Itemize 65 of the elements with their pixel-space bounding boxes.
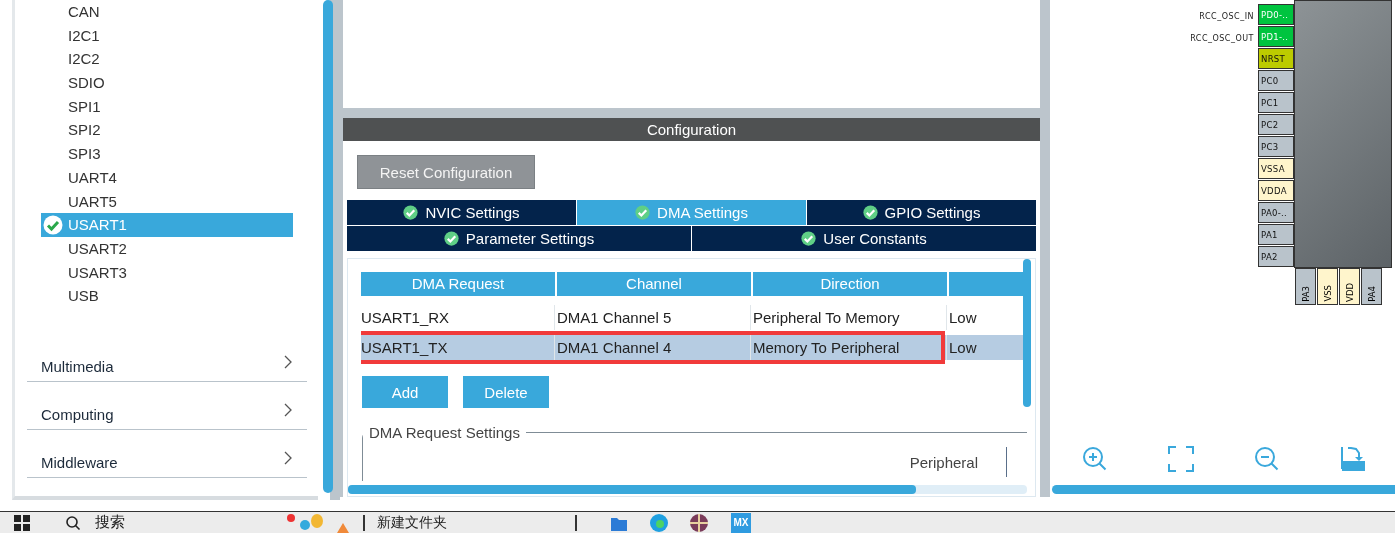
table-cell: Peripheral To Memory (753, 305, 947, 330)
panel-title: Configuration (343, 118, 1040, 141)
category-item[interactable]: Computing (27, 382, 307, 430)
pin[interactable]: NRST (1258, 48, 1294, 69)
pin[interactable]: VSS (1317, 268, 1338, 305)
table-cell: USART1_RX (361, 305, 555, 330)
group-title: DMA Request Settings (368, 424, 521, 441)
signal-label: RCC_OSC_OUT (1190, 33, 1254, 43)
pin[interactable]: PA0-.. (1258, 202, 1294, 223)
table-cell: USART1_TX (361, 335, 555, 360)
browser-icon[interactable] (649, 512, 669, 533)
balloon-icon (285, 512, 351, 533)
pin[interactable]: PC2 (1258, 114, 1294, 135)
pin[interactable]: VSSA (1258, 158, 1294, 179)
scrollbar[interactable] (348, 485, 916, 494)
tab[interactable]: User Constants (692, 226, 1036, 251)
pin[interactable]: VDDA (1258, 180, 1294, 201)
sidebar-item[interactable]: USB (41, 284, 293, 308)
column-header: Channel (557, 272, 751, 296)
pin[interactable]: PA3 (1295, 268, 1316, 305)
sidebar-item[interactable]: CAN (41, 0, 293, 24)
tab[interactable]: Parameter Settings (347, 226, 691, 251)
column-header: DMA Request (361, 272, 555, 296)
signal-label: RCC_OSC_IN (1199, 11, 1254, 21)
tab[interactable]: GPIO Settings (807, 200, 1036, 225)
pin[interactable]: PC1 (1258, 92, 1294, 113)
category-item[interactable]: Multimedia (27, 334, 307, 382)
pin[interactable]: PC0 (1258, 70, 1294, 91)
table-cell: DMA1 Channel 5 (557, 305, 751, 330)
sidebar-item[interactable]: SPI2 (41, 118, 293, 143)
search-field[interactable]: 搜索 (95, 513, 285, 532)
table-cell: Memory To Peripheral (753, 335, 947, 360)
sidebar-item[interactable]: USART3 (41, 260, 293, 285)
pin[interactable]: PC3 (1258, 136, 1294, 157)
column-header: Direction (753, 272, 947, 296)
table-cell: DMA1 Channel 4 (557, 335, 751, 360)
sidebar-item[interactable]: UART4 (41, 165, 293, 190)
category-item[interactable]: Middleware (27, 430, 307, 478)
sidebar-item[interactable]: USART2 (41, 236, 293, 261)
fit-icon[interactable] (1167, 445, 1195, 473)
pin[interactable]: PA4 (1361, 268, 1382, 305)
sidebar-item[interactable]: I2C1 (41, 23, 293, 48)
chevron-icon (284, 451, 293, 465)
app-icon[interactable] (689, 512, 709, 533)
sidebar-item[interactable]: SPI3 (41, 142, 293, 166)
pin[interactable]: PA2 (1258, 246, 1294, 267)
zoom-in-icon[interactable] (1081, 445, 1109, 473)
sidebar-item[interactable]: UART5 (41, 189, 293, 214)
sidebar-item[interactable]: SPI1 (41, 94, 293, 119)
pin[interactable]: VDD (1339, 268, 1360, 305)
sidebar-item[interactable]: SDIO (41, 71, 293, 95)
chevron-icon (284, 403, 293, 417)
zoom-out-icon[interactable] (1253, 445, 1281, 473)
sidebar-item[interactable]: I2C2 (41, 47, 293, 72)
scrollbar[interactable] (323, 0, 333, 493)
pin[interactable]: PA1 (1258, 224, 1294, 245)
scrollbar[interactable] (1023, 259, 1031, 407)
chevron-icon (284, 355, 293, 369)
search-icon (65, 514, 81, 531)
taskbar-window[interactable]: 新建文件夹 (377, 513, 563, 532)
field-label: Peripheral (909, 453, 978, 471)
windows-icon[interactable] (13, 513, 31, 532)
scrollbar[interactable] (1052, 485, 1395, 494)
tab[interactable]: NVIC Settings (347, 200, 576, 225)
rotate-icon[interactable] (1339, 445, 1367, 473)
